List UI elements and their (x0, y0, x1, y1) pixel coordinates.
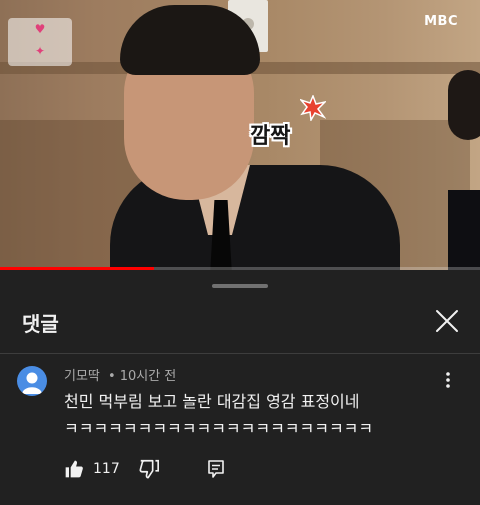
video-player[interactable]: ♥ ✦ 깜짝 MBC (0, 0, 480, 270)
show-logo: ♥ ✦ (8, 18, 72, 66)
default-avatar-icon (22, 372, 42, 394)
drag-handle[interactable] (212, 284, 268, 288)
reply-button[interactable] (207, 456, 225, 482)
divider (0, 353, 480, 354)
thumb-up-icon (65, 460, 83, 478)
video-caption: 깜짝 (250, 124, 291, 149)
dislike-button[interactable] (138, 456, 160, 482)
like-count: 117 (93, 461, 120, 477)
more-vert-icon (446, 372, 450, 388)
comment-text-line: 천민 먹부림 보고 놀란 대감집 영감 표정이네 (64, 392, 360, 411)
meta-separator: • (108, 369, 116, 384)
close-icon (436, 310, 458, 332)
comment-author[interactable]: 기모딱 (64, 369, 100, 384)
channel-watermark: MBC (424, 14, 458, 29)
comment-menu-button[interactable] (440, 370, 456, 390)
like-button[interactable]: 117 (64, 456, 120, 482)
comments-sheet: 댓글 기모딱 • 10시간 전 천민 먹부림 보고 놀란 대감집 영감 표정이네 … (0, 270, 480, 505)
comment-meta: 기모딱 • 10시간 전 (64, 365, 176, 384)
avatar[interactable] (17, 366, 47, 396)
comment-text: 천민 먹부림 보고 놀란 대감집 영감 표정이네 ㅋㅋㅋㅋㅋㅋㅋㅋㅋㅋㅋㅋㅋㅋㅋ… (64, 388, 444, 442)
thumb-down-icon (139, 459, 159, 479)
comment-time: 10시간 전 (119, 369, 177, 384)
sheet-title: 댓글 (22, 312, 59, 336)
comment-text-line: ㅋㅋㅋㅋㅋㅋㅋㅋㅋㅋㅋㅋㅋㅋㅋㅋㅋㅋㅋㅋㅋ (64, 419, 374, 438)
close-button[interactable] (432, 306, 462, 336)
surprise-burst-icon (300, 95, 326, 121)
reply-icon (208, 460, 224, 478)
side-person (448, 70, 480, 270)
